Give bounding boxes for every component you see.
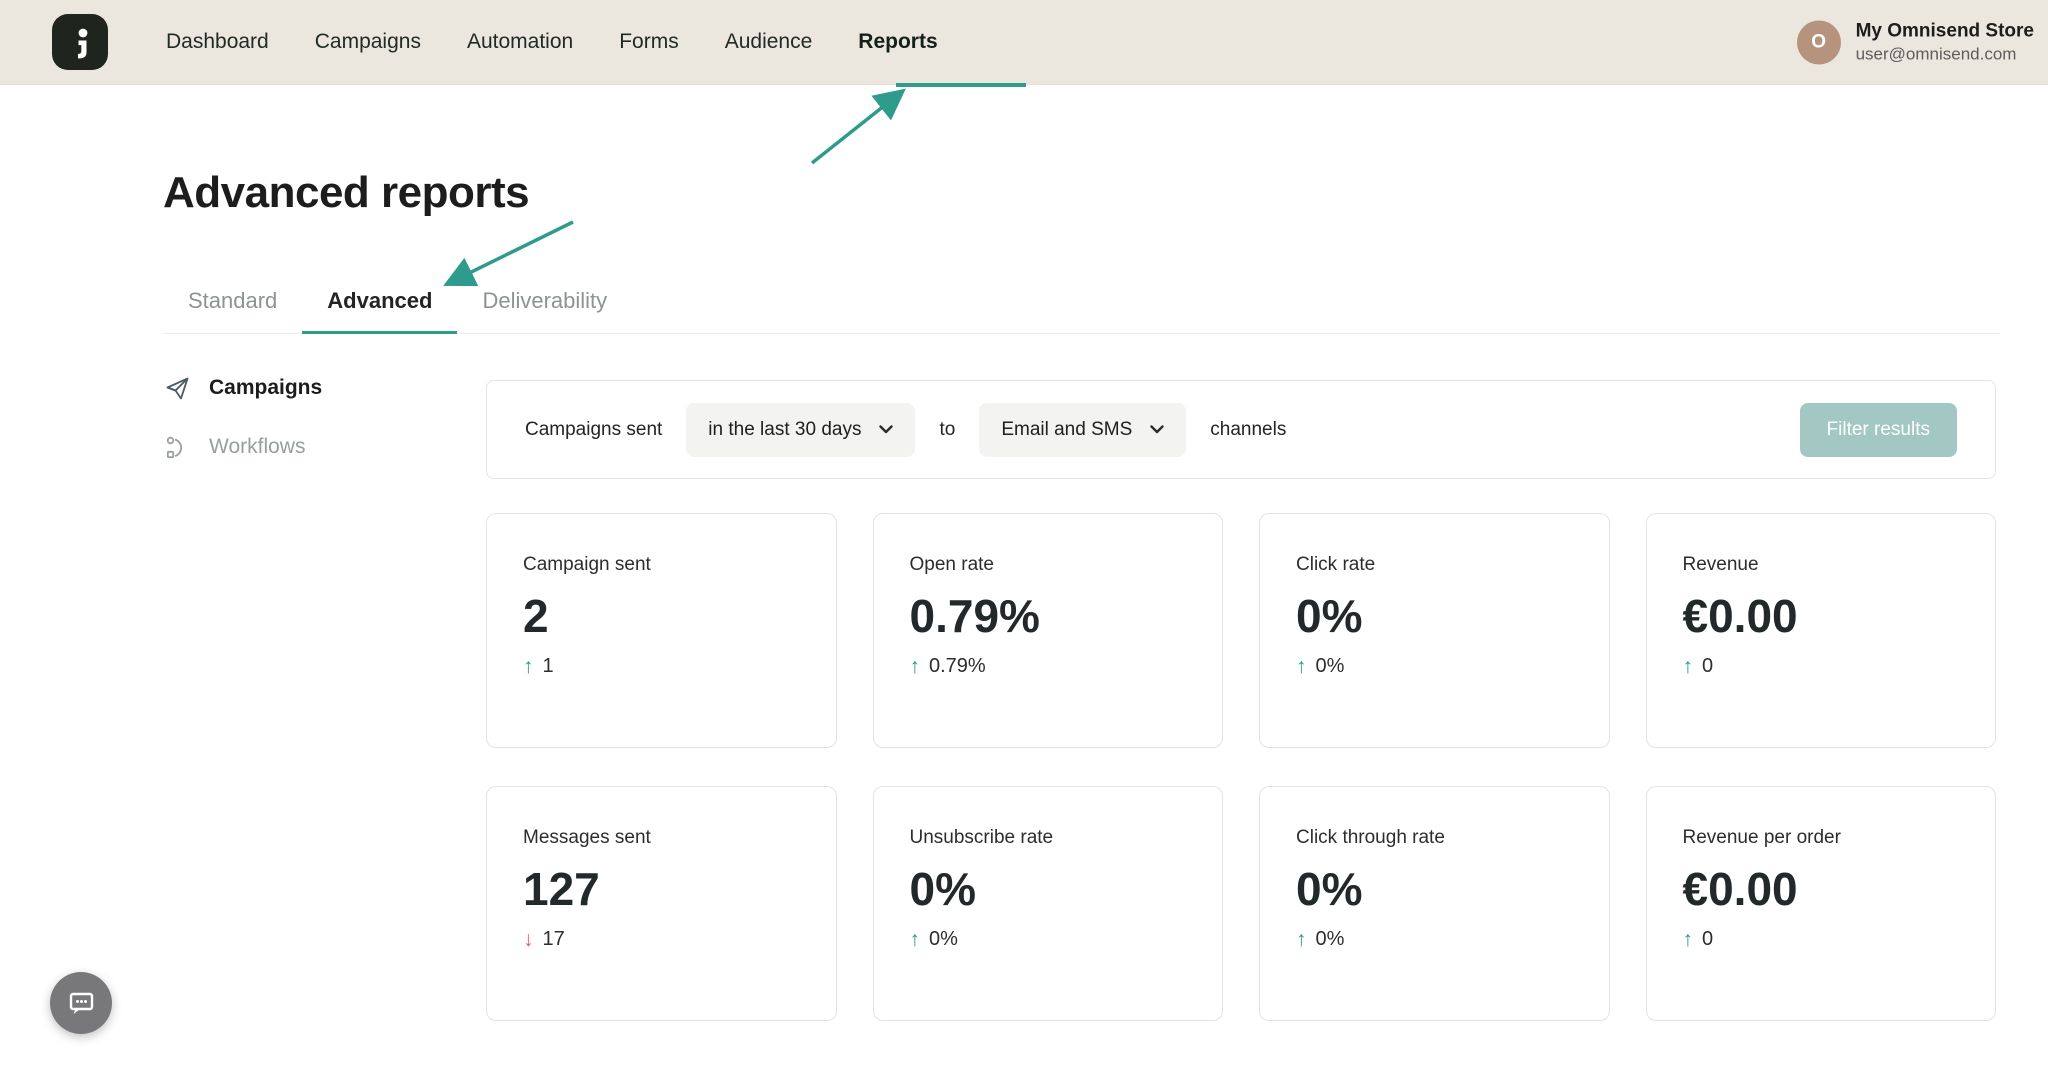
trend-up-icon: ↑: [910, 656, 921, 677]
metric-delta: ↑ 0%: [1296, 928, 1573, 951]
metric-value: 0%: [1296, 865, 1573, 913]
chat-launcher-button[interactable]: [50, 972, 112, 1034]
sidebar-item-campaigns[interactable]: Campaigns: [163, 368, 453, 408]
metric-card-revenue-per-order: Revenue per order €0.00 ↑ 0: [1646, 786, 1997, 1021]
trend-up-icon: ↑: [1296, 656, 1307, 677]
workflow-icon: [163, 433, 191, 461]
metric-delta: ↑ 0: [1683, 655, 1960, 678]
trend-down-icon: ↓: [523, 929, 534, 950]
filter-connector-label: to: [939, 419, 955, 441]
metric-label: Open rate: [910, 554, 1187, 576]
annotation-arrow-advanced-tab: [451, 222, 573, 282]
metric-label: Click through rate: [1296, 827, 1573, 849]
filter-bar: Campaigns sent in the last 30 days to Em…: [486, 380, 1996, 479]
metric-value: 2: [523, 592, 800, 640]
trend-up-icon: ↑: [523, 656, 534, 677]
top-nav-bar: Dashboard Campaigns Automation Forms Aud…: [0, 0, 2048, 85]
metric-delta-value: 0%: [1316, 928, 1345, 951]
metric-value: 0%: [910, 865, 1187, 913]
metric-delta-value: 1: [543, 655, 554, 678]
metric-value: €0.00: [1683, 865, 1960, 913]
primary-nav: Dashboard Campaigns Automation Forms Aud…: [166, 30, 938, 54]
metric-delta-value: 0: [1702, 928, 1713, 951]
metric-delta-value: 0: [1702, 655, 1713, 678]
page-title: Advanced reports: [163, 168, 529, 218]
chevron-down-icon: [879, 425, 893, 434]
metric-card-campaign-sent: Campaign sent 2 ↑ 1: [486, 513, 837, 748]
metric-value: 0%: [1296, 592, 1573, 640]
nav-item-campaigns[interactable]: Campaigns: [315, 30, 421, 54]
metric-delta: ↓ 17: [523, 928, 800, 951]
nav-item-dashboard[interactable]: Dashboard: [166, 30, 269, 54]
account-menu[interactable]: O My Omnisend Store user@omnisend.com: [1797, 20, 2034, 65]
metric-delta-value: 0%: [929, 928, 958, 951]
tab-advanced[interactable]: Advanced: [302, 288, 457, 334]
sidebar-item-label: Campaigns: [209, 376, 322, 400]
sidebar-item-workflows[interactable]: Workflows: [163, 427, 453, 467]
filter-suffix-label: channels: [1210, 419, 1286, 441]
metric-card-messages-sent: Messages sent 127 ↓ 17: [486, 786, 837, 1021]
metric-label: Click rate: [1296, 554, 1573, 576]
account-info: My Omnisend Store user@omnisend.com: [1856, 20, 2034, 65]
metric-card-revenue: Revenue €0.00 ↑ 0: [1646, 513, 1997, 748]
metric-value: €0.00: [1683, 592, 1960, 640]
trend-up-icon: ↑: [1683, 929, 1694, 950]
metric-value: 127: [523, 865, 800, 913]
chat-bubble-icon: [65, 987, 97, 1019]
metric-cards-grid: Campaign sent 2 ↑ 1 Open rate 0.79% ↑ 0.…: [486, 513, 1996, 1021]
nav-item-reports[interactable]: Reports: [858, 30, 937, 54]
channel-dropdown[interactable]: Email and SMS: [979, 403, 1186, 457]
report-tabs: Standard Advanced Deliverability: [163, 288, 2000, 334]
trend-up-icon: ↑: [910, 929, 921, 950]
channel-value: Email and SMS: [1001, 419, 1132, 441]
nav-item-forms[interactable]: Forms: [619, 30, 679, 54]
date-range-dropdown[interactable]: in the last 30 days: [686, 403, 915, 457]
metric-delta: ↑ 0%: [910, 928, 1187, 951]
date-range-value: in the last 30 days: [708, 419, 861, 441]
metric-delta: ↑ 0.79%: [910, 655, 1187, 678]
trend-up-icon: ↑: [1683, 656, 1694, 677]
omnisend-logo[interactable]: [52, 14, 108, 70]
metric-delta: ↑ 1: [523, 655, 800, 678]
metric-label: Revenue: [1683, 554, 1960, 576]
metric-card-click-through-rate: Click through rate 0% ↑ 0%: [1259, 786, 1610, 1021]
metric-delta-value: 0%: [1316, 655, 1345, 678]
annotation-arrow-reports: [812, 94, 899, 163]
metric-card-click-rate: Click rate 0% ↑ 0%: [1259, 513, 1610, 748]
sidebar-item-label: Workflows: [209, 435, 305, 459]
metric-label: Unsubscribe rate: [910, 827, 1187, 849]
metric-label: Revenue per order: [1683, 827, 1960, 849]
metric-label: Messages sent: [523, 827, 800, 849]
report-sidebar: Campaigns Workflows: [163, 368, 453, 486]
metric-delta: ↑ 0%: [1296, 655, 1573, 678]
trend-up-icon: ↑: [1296, 929, 1307, 950]
omnisend-logo-icon: [62, 24, 98, 60]
metric-delta-value: 0.79%: [929, 655, 986, 678]
metric-delta: ↑ 0: [1683, 928, 1960, 951]
metric-card-unsubscribe-rate: Unsubscribe rate 0% ↑ 0%: [873, 786, 1224, 1021]
filter-results-button[interactable]: Filter results: [1800, 403, 1957, 457]
tab-deliverability[interactable]: Deliverability: [457, 288, 632, 334]
metric-label: Campaign sent: [523, 554, 800, 576]
tab-standard[interactable]: Standard: [163, 288, 302, 334]
filter-prefix-label: Campaigns sent: [525, 419, 662, 441]
user-email: user@omnisend.com: [1856, 43, 2034, 64]
paper-plane-icon: [163, 374, 191, 402]
metric-card-open-rate: Open rate 0.79% ↑ 0.79%: [873, 513, 1224, 748]
advanced-reports-page: Dashboard Campaigns Automation Forms Aud…: [0, 0, 2048, 1092]
nav-item-audience[interactable]: Audience: [725, 30, 813, 54]
avatar: O: [1797, 20, 1841, 64]
chevron-down-icon: [1150, 425, 1164, 434]
reports-active-underline: [896, 83, 1026, 87]
metric-delta-value: 17: [543, 928, 565, 951]
nav-item-automation[interactable]: Automation: [467, 30, 573, 54]
metric-value: 0.79%: [910, 592, 1187, 640]
store-name: My Omnisend Store: [1856, 20, 2034, 44]
